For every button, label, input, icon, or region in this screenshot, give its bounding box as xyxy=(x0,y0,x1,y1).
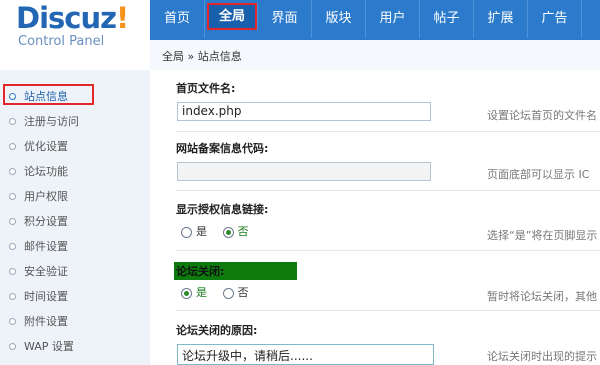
license-link-hint: 选择“是”将在页脚显示 xyxy=(487,229,598,242)
license-link-no-option[interactable]: 否 xyxy=(222,223,249,239)
license-link-label: 显示授权信息链接: xyxy=(176,203,269,216)
index-file-label: 首页文件名: xyxy=(176,82,236,95)
sidebar-item-time[interactable]: 时间设置 xyxy=(0,284,150,309)
sidebar-item-mail[interactable]: 邮件设置 xyxy=(0,234,150,259)
sidebar-item-forum-features[interactable]: 论坛功能 xyxy=(0,159,150,184)
brand: Discuz! Control Panel xyxy=(0,0,150,70)
divider xyxy=(176,131,600,132)
index-file-hint: 设置论坛首页的文件名 xyxy=(487,109,597,122)
nav-posts[interactable]: 帖子 xyxy=(420,0,474,38)
forum-closed-label: 论坛关闭: xyxy=(174,262,297,280)
forum-closed-hint: 暂时将论坛关闭，其他 xyxy=(487,290,597,303)
bullet-icon xyxy=(9,343,16,350)
logo-text: Discuz xyxy=(16,1,117,35)
breadcrumb: 全局 » 站点信息 xyxy=(162,50,242,63)
divider xyxy=(176,190,600,191)
index-file-input[interactable]: index.php xyxy=(177,102,431,121)
sidebar-item-site-info[interactable]: 站点信息 xyxy=(0,84,150,109)
bullet-icon xyxy=(9,118,16,125)
bullet-icon xyxy=(9,293,16,300)
nav-users[interactable]: 用户 xyxy=(366,0,420,38)
sidebar-item-attachments[interactable]: 附件设置 xyxy=(0,309,150,334)
icp-label: 网站备案信息代码: xyxy=(176,142,269,155)
discuz-logo[interactable]: Discuz! xyxy=(16,1,129,35)
sidebar-item-label: 论坛功能 xyxy=(24,165,68,178)
nav-extensions[interactable]: 扩展 xyxy=(474,0,528,38)
license-link-options: 是 否 xyxy=(181,223,261,239)
selection-highlight xyxy=(3,84,94,105)
option-label: 是 xyxy=(196,286,207,299)
sidebar-item-label: 时间设置 xyxy=(24,290,68,303)
icp-input[interactable] xyxy=(177,162,431,181)
sidebar-item-security[interactable]: 安全验证 xyxy=(0,259,150,284)
sidebar-item-label: 附件设置 xyxy=(24,315,68,328)
bullet-icon xyxy=(9,218,16,225)
nav-interface[interactable]: 界面 xyxy=(258,0,312,38)
settings-form: 首页文件名: index.php 设置论坛首页的文件名 网站备案信息代码: 页面… xyxy=(150,70,600,365)
nav-forums[interactable]: 版块 xyxy=(312,0,366,38)
control-panel-subtitle: Control Panel xyxy=(18,34,105,49)
divider xyxy=(176,310,600,311)
icp-hint: 页面底部可以显示 IC xyxy=(487,168,590,181)
nav-global[interactable]: 全局 xyxy=(207,3,258,30)
sidebar: 站点信息 注册与访问 优化设置 论坛功能 用户权限 积分设置 邮件设置 安全验证… xyxy=(0,84,150,359)
sidebar-item-label: 积分设置 xyxy=(24,215,68,228)
sidebar-item-label: 用户权限 xyxy=(24,190,68,203)
forum-closed-no-option[interactable]: 否 xyxy=(222,284,249,300)
sidebar-item-label: 邮件设置 xyxy=(24,240,68,253)
sidebar-item-optimization[interactable]: 优化设置 xyxy=(0,134,150,159)
option-label: 否 xyxy=(237,286,249,299)
sidebar-item-credits[interactable]: 积分设置 xyxy=(0,209,150,234)
nav-home[interactable]: 首页 xyxy=(150,0,205,38)
bullet-icon xyxy=(9,168,16,175)
option-label: 否 xyxy=(237,225,249,238)
bullet-icon xyxy=(9,93,16,100)
radio-selected-icon xyxy=(222,226,234,238)
bullet-icon xyxy=(9,243,16,250)
sidebar-item-label: 注册与访问 xyxy=(24,115,79,128)
option-label: 是 xyxy=(196,225,207,238)
radio-selected-icon xyxy=(181,287,192,299)
sidebar-item-label: WAP 设置 xyxy=(24,340,74,353)
sidebar-item-registration[interactable]: 注册与访问 xyxy=(0,109,150,134)
sidebar-item-label: 安全验证 xyxy=(24,265,68,278)
sidebar-item-label: 优化设置 xyxy=(24,140,68,153)
divider xyxy=(176,250,600,251)
bullet-icon xyxy=(9,268,16,275)
sidebar-item-user-permissions[interactable]: 用户权限 xyxy=(0,184,150,209)
bullet-icon xyxy=(9,318,16,325)
closed-reason-label: 论坛关闭的原因: xyxy=(176,324,258,337)
logo-bang: ! xyxy=(116,1,129,35)
sidebar-item-wap[interactable]: WAP 设置 xyxy=(0,334,150,359)
radio-icon xyxy=(222,287,234,299)
forum-closed-options: 是 否 xyxy=(181,284,261,300)
bullet-icon xyxy=(9,143,16,150)
bullet-icon xyxy=(9,193,16,200)
breadcrumb-bar: 全局 » 站点信息 xyxy=(150,40,600,71)
license-link-yes-option[interactable]: 是 xyxy=(181,223,207,239)
nav-ads[interactable]: 广告 xyxy=(528,0,582,38)
closed-reason-textarea[interactable]: 论坛升级中，请稍后...... xyxy=(177,344,434,365)
radio-icon xyxy=(181,226,192,238)
closed-reason-hint: 论坛关闭时出现的提示 xyxy=(487,350,597,363)
forum-closed-yes-option[interactable]: 是 xyxy=(181,284,207,300)
